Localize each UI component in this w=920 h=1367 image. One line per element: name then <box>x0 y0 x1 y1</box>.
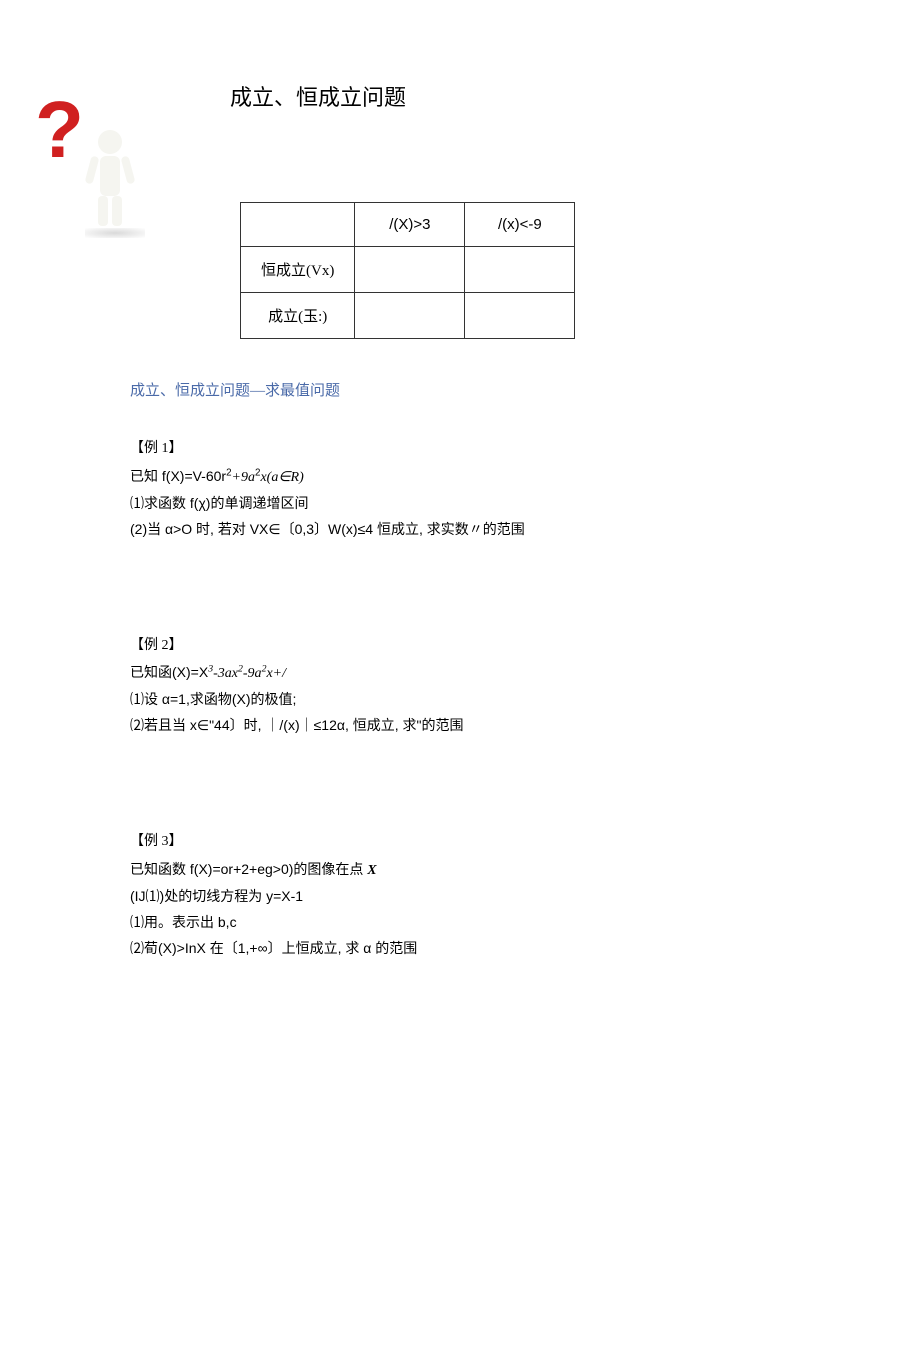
table-header-col2: /(x)<-9 <box>465 203 575 247</box>
example-label: 【例 2】 <box>130 633 790 659</box>
table-row: /(X)>3 /(x)<-9 <box>241 203 575 247</box>
table-cell-empty <box>241 203 355 247</box>
table-row: 成立(玉:) <box>241 293 575 339</box>
text: 已知 f(X)=V-60r <box>130 468 226 484</box>
example-line: (2)当 α>O 时, 若对 VX∈〔0,3〕W(x)≤4 恒成立, 求实数〃的… <box>130 517 790 543</box>
example-line: 已知 f(X)=V-60r2+9a2x(a∈R) <box>130 464 790 491</box>
table-header-col1: /(X)>3 <box>355 203 465 247</box>
example-3: 【例 3】 已知函数 f(X)=or+2+eg>0)的图像在点 X (IJ⑴)处… <box>130 829 790 961</box>
text: -9a <box>243 666 262 681</box>
table-row2-label: 成立(玉:) <box>241 293 355 339</box>
table-row1-label: 恒成立(Vx) <box>241 247 355 293</box>
text: 已知函(X)=X <box>130 664 208 680</box>
text: 已知函数 f(X)=or+2+eg>0)的图像在点 <box>130 861 367 877</box>
text: X <box>367 863 376 878</box>
question-mark-icon: ? <box>35 90 84 170</box>
example-line: ⑴设 α=1,求函物(X)的极值; <box>130 687 790 713</box>
figure-icon <box>85 130 135 230</box>
example-line: ⑵荀(X)>InX 在〔1,+∞〕上恒成立, 求 α 的范围 <box>130 936 790 962</box>
text: x+/ <box>266 666 286 681</box>
example-line: ⑴用。表示出 b,c <box>130 910 790 936</box>
example-line: ⑵若且当 x∈"44〕时, ｜/(x)｜≤12α, 恒成立, 求"的范围 <box>130 713 790 739</box>
example-line: ⑴求函数 f(χ)的单调递增区间 <box>130 491 790 517</box>
header-section: ? 成立、恒成立问题 /(X)>3 /(x)<-9 恒成立(Vx) <box>130 80 790 339</box>
example-line: (IJ⑴)处的切线方程为 y=X-1 <box>130 884 790 910</box>
table-cell <box>355 293 465 339</box>
table-cell <box>465 293 575 339</box>
example-1: 【例 1】 已知 f(X)=V-60r2+9a2x(a∈R) ⑴求函数 f(χ)… <box>130 436 790 543</box>
page-title: 成立、恒成立问题 <box>230 80 790 112</box>
table-cell <box>355 247 465 293</box>
example-label: 【例 3】 <box>130 829 790 855</box>
text: -3ax <box>213 666 238 681</box>
text: x(a∈R) <box>260 470 303 485</box>
example-2: 【例 2】 已知函(X)=X3-3ax2-9a2x+/ ⑴设 α=1,求函物(X… <box>130 633 790 740</box>
text: +9a <box>232 470 255 485</box>
example-line: 已知函(X)=X3-3ax2-9a2x+/ <box>130 660 790 687</box>
question-mark-illustration: ? <box>30 90 140 240</box>
example-label: 【例 1】 <box>130 436 790 462</box>
criteria-table: /(X)>3 /(x)<-9 恒成立(Vx) 成立(玉:) <box>240 202 575 339</box>
example-line: 已知函数 f(X)=or+2+eg>0)的图像在点 X <box>130 857 790 884</box>
table-cell <box>465 247 575 293</box>
section-title: 成立、恒成立问题—求最值问题 <box>130 379 790 400</box>
table-row: 恒成立(Vx) <box>241 247 575 293</box>
